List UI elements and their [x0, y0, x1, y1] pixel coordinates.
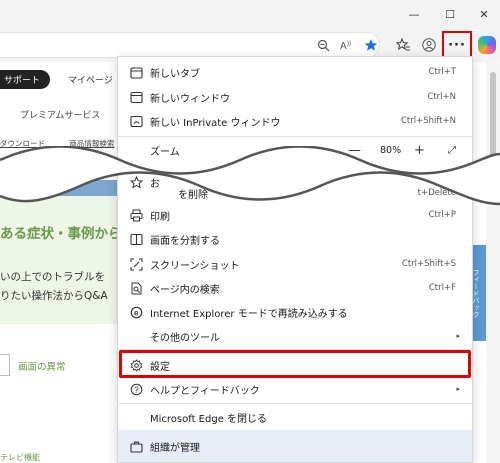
- menu-item-new-inprivate-window[interactable]: 新しい InPrivate ウィンドウ Ctrl+Shift+N: [118, 109, 472, 133]
- new-tab-icon: [128, 64, 144, 80]
- site-nav: サポート マイページ: [0, 68, 113, 90]
- split-screen-icon: [128, 231, 144, 247]
- menu-item-label: ヘルプとフィードバック: [150, 385, 260, 397]
- read-aloud-icon[interactable]: A)): [336, 34, 358, 56]
- wave-cut-overlay: [0, 146, 500, 206]
- faq-text-line: いの上でのトラブルを: [0, 271, 105, 283]
- managed-by-org-banner[interactable]: 組織が管理: [118, 430, 472, 462]
- settings-and-more-menu: 新しいタブ Ctrl+T 新しいウィンドウ Ctrl+N 新しい InPriva…: [117, 56, 473, 463]
- premium-service-link[interactable]: プレミアムサービス: [20, 108, 100, 121]
- menu-item-label: 新しい InPrivate ウィンドウ: [150, 117, 281, 129]
- svg-text:?: ?: [134, 385, 139, 394]
- inprivate-icon: [128, 113, 144, 129]
- menu-item-shortcut: Ctrl+T: [428, 67, 456, 77]
- menu-item-label: 新しいタブ: [150, 68, 200, 80]
- menu-item-close-edge[interactable]: Microsoft Edge を閉じる: [118, 405, 472, 429]
- chevron-right-icon: ▸: [456, 332, 460, 340]
- ie-mode-icon: e: [128, 304, 144, 320]
- menu-item-shortcut: Ctrl+Shift+S: [401, 259, 456, 269]
- settings-and-more-button[interactable]: ···: [442, 31, 472, 59]
- faq-text-line: りたい操作法からQ&A: [0, 290, 108, 302]
- screen-abnormal-item[interactable]: 画面の異常: [0, 354, 110, 376]
- item-frame: [0, 354, 10, 376]
- menu-item-label: スクリーンショット: [150, 260, 240, 272]
- find-icon: [128, 280, 144, 296]
- svg-text:)): )): [347, 41, 351, 47]
- menu-item-new-window[interactable]: 新しいウィンドウ Ctrl+N: [118, 85, 472, 109]
- favorite-star-icon[interactable]: [360, 34, 382, 56]
- favorites-list-icon[interactable]: [392, 34, 414, 56]
- minimize-icon: —: [408, 7, 420, 21]
- menu-item-screenshot[interactable]: スクリーンショット Ctrl+Shift+S: [118, 252, 472, 276]
- settings-highlight: [119, 350, 471, 378]
- menu-item-shortcut: Ctrl+Shift+N: [400, 116, 456, 126]
- maximize-button[interactable]: ☐: [434, 0, 466, 28]
- menu-item-shortcut: Ctrl+F: [428, 283, 456, 293]
- menu-item-managed: 組織が管理: [118, 434, 472, 458]
- copilot-icon[interactable]: [478, 36, 496, 54]
- title-bar: — ☐ ✕: [0, 0, 500, 28]
- support-tab[interactable]: サポート: [0, 69, 51, 89]
- managed-icon: [128, 438, 144, 454]
- screen-abnormal-label: 画面の異常: [18, 362, 66, 373]
- chevron-right-icon: ▸: [456, 385, 460, 393]
- mypage-link[interactable]: マイページ: [68, 73, 113, 86]
- more-icon: ···: [448, 37, 466, 53]
- minimize-button[interactable]: —: [398, 0, 430, 28]
- menu-item-ie-mode[interactable]: e Internet Explorer モードで再読み込みする: [118, 300, 472, 324]
- zoom-icon[interactable]: [312, 34, 334, 56]
- menu-item-label: 新しいウィンドウ: [150, 93, 230, 105]
- new-window-icon: [128, 89, 144, 105]
- svg-text:e: e: [134, 308, 139, 317]
- menu-item-help-and-feedback[interactable]: ? ヘルプとフィードバック ▸: [118, 377, 472, 401]
- close-icon: ✕: [479, 7, 489, 21]
- maximize-icon: ☐: [445, 7, 455, 21]
- menu-item-find-on-page[interactable]: ページ内の検索 Ctrl+F: [118, 276, 472, 300]
- menu-separator: [118, 403, 472, 404]
- svg-text:A: A: [340, 41, 347, 51]
- menu-item-split-screen[interactable]: 画面を分割する: [118, 227, 472, 251]
- menu-item-label: その他のツール: [150, 332, 220, 344]
- close-button[interactable]: ✕: [468, 0, 500, 28]
- menu-item-label: ページ内の検索: [150, 284, 220, 296]
- page-scrollbar[interactable]: [486, 62, 500, 463]
- menu-separator: [118, 136, 472, 137]
- menu-item-label: Internet Explorer モードで再読み込みする: [150, 308, 348, 320]
- menu-item-new-tab[interactable]: 新しいタブ Ctrl+T: [118, 60, 472, 84]
- menu-item-shortcut: Ctrl+N: [427, 92, 456, 102]
- screenshot-icon: [128, 256, 144, 272]
- profile-icon[interactable]: [418, 34, 440, 56]
- menu-item-more-tools[interactable]: その他のツール ▸: [118, 324, 472, 348]
- help-icon: ?: [128, 381, 144, 397]
- menu-item-label: Microsoft Edge を閉じる: [150, 413, 268, 425]
- menu-item-label: 組織が管理: [150, 442, 200, 454]
- tv-function-label: テレビ機能: [0, 453, 40, 462]
- menu-item-label: 画面を分割する: [150, 235, 220, 247]
